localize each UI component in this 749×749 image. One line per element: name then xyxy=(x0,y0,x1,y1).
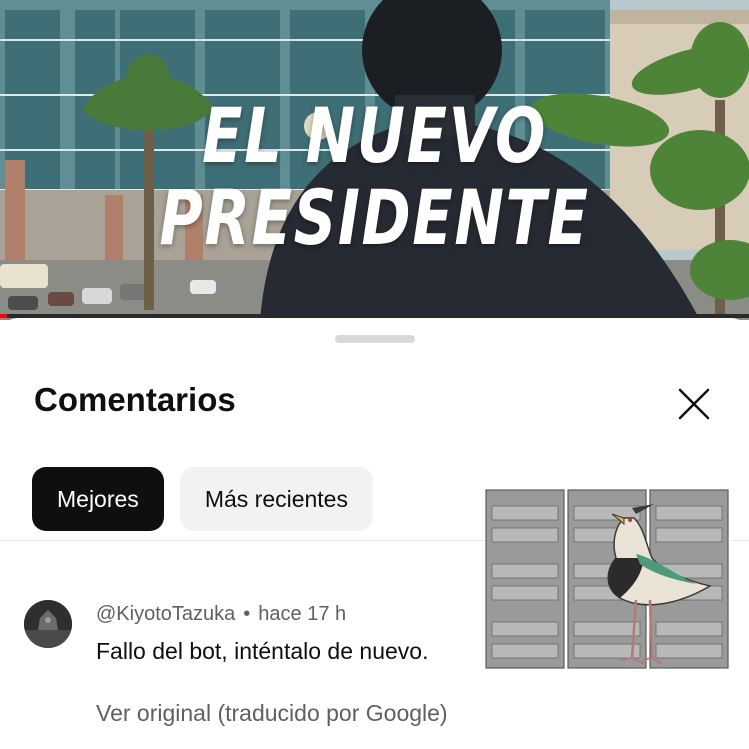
see-original-link[interactable]: Ver original (traducido por Google) xyxy=(96,700,448,727)
comment-text: Fallo del bot, inténtalo de nuevo. xyxy=(96,638,429,664)
comments-sheet: Comentarios Mejores Más recientes @Kiyot… xyxy=(0,318,749,749)
chip-newest-first[interactable]: Más recientes xyxy=(179,467,373,531)
chip-top-comments[interactable]: Mejores xyxy=(32,467,164,531)
meta-separator: • xyxy=(243,603,251,625)
comment-meta: @KiyotoTazuka • hace 17 h xyxy=(96,603,346,626)
sheet-title: Comentarios xyxy=(34,381,236,418)
headline-line-1: EL NUEVO xyxy=(202,91,547,180)
avatar[interactable] xyxy=(24,600,72,648)
drag-handle[interactable] xyxy=(335,335,415,343)
video-headline: EL NUEVO PRESIDENTE xyxy=(82,95,666,259)
headline-line-2: PRESIDENTE xyxy=(159,173,590,262)
server-bird-sticker xyxy=(484,488,732,670)
comment-author[interactable]: @KiyotoTazuka xyxy=(96,603,235,625)
comment-time: hace 17 h xyxy=(258,603,347,625)
sort-chips: Mejores Más recientes xyxy=(32,467,373,531)
close-button[interactable] xyxy=(672,382,716,426)
avatar-image xyxy=(24,600,72,648)
video-progress-fill xyxy=(0,314,8,318)
video-player[interactable]: EL NUEVO PRESIDENTE xyxy=(0,0,749,320)
close-icon xyxy=(678,388,710,420)
